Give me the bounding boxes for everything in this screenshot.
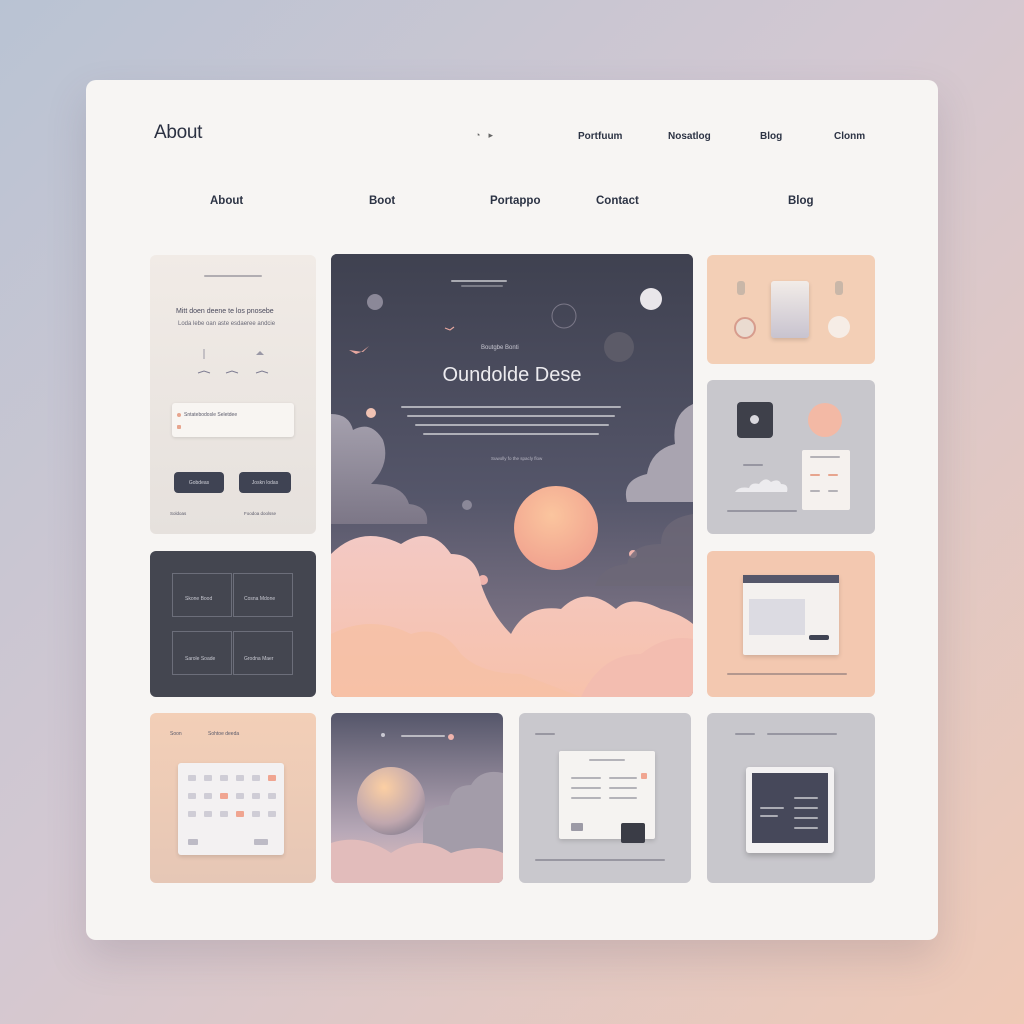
hero-illustration bbox=[331, 254, 693, 697]
cursor-icon[interactable]: ◔ bbox=[475, 130, 480, 141]
devices-card[interactable] bbox=[707, 255, 875, 364]
subnav-portfolio[interactable]: Portappo bbox=[490, 195, 540, 207]
cloud-icon bbox=[735, 479, 788, 492]
input-check-icon bbox=[177, 425, 181, 429]
main-board: About ◔ ▸ Portfuum Nosatlog Blog Clonm A… bbox=[86, 80, 938, 940]
laptop-footer-rule bbox=[727, 673, 847, 675]
calendar-grid bbox=[188, 775, 276, 845]
nav-link-portfolio[interactable]: Portfuum bbox=[578, 131, 622, 142]
form-input-field[interactable]: Sntatebodosle Seletdee bbox=[172, 403, 294, 437]
nav-link-clonm[interactable]: Clonm bbox=[834, 131, 865, 142]
earbud-icon bbox=[737, 281, 745, 295]
laptop-titlebar bbox=[743, 575, 839, 583]
mini-page bbox=[802, 450, 850, 510]
secondary-button[interactable]: Joskn lodas bbox=[239, 472, 291, 493]
watch-icon bbox=[734, 317, 756, 339]
laptop-panel bbox=[749, 599, 805, 635]
subnav-contact[interactable]: Contact bbox=[596, 195, 639, 207]
nav-link-blog[interactable]: Blog bbox=[760, 131, 782, 142]
orb-icon bbox=[808, 403, 842, 437]
calendar-heading: Sohtoe deeda bbox=[208, 731, 240, 737]
calendar-widget[interactable] bbox=[178, 763, 284, 855]
moon-illustration bbox=[331, 733, 503, 883]
speaker-icon bbox=[828, 316, 850, 338]
decor-wave-icon bbox=[197, 349, 269, 374]
doc-card-rule bbox=[535, 733, 555, 735]
input-value: Sntatebodosle Seletdee bbox=[184, 412, 238, 418]
widget-footer-rule bbox=[727, 510, 797, 512]
widgets-card[interactable] bbox=[707, 380, 875, 534]
primary-button-label: Gobdeas bbox=[188, 479, 210, 486]
grid-cell-1[interactable]: Skone Bood bbox=[172, 573, 232, 617]
tablet-card-rule-b bbox=[767, 733, 837, 735]
doc-footer-rule bbox=[535, 859, 665, 861]
page-background: { "header": { "logo": "About", "icons": … bbox=[0, 0, 1024, 1024]
form-footer-right: Foodoa doolsse bbox=[244, 511, 277, 516]
grid-cell-4[interactable]: Grodna Maer bbox=[233, 631, 293, 675]
document-card[interactable] bbox=[519, 713, 691, 883]
earbud-icon-right bbox=[835, 281, 843, 295]
tablet-card[interactable] bbox=[707, 713, 875, 883]
input-bullet-icon bbox=[177, 413, 181, 417]
tablet-frame bbox=[746, 767, 834, 853]
dark-grid-card[interactable]: Skone Bood Cosna Mdone Sarole Soade Grod… bbox=[150, 551, 316, 697]
card-rule bbox=[204, 275, 262, 277]
subnav-about[interactable]: About bbox=[210, 195, 243, 207]
tablet-device bbox=[771, 281, 809, 338]
moon-card-rule bbox=[401, 735, 445, 737]
form-footer-left: Soldoas bbox=[170, 511, 187, 516]
primary-button[interactable]: Gobdeas bbox=[174, 472, 224, 493]
calendar-label: Soon bbox=[170, 731, 182, 737]
calendar-card[interactable]: Soon Sohtoe deeda bbox=[150, 713, 316, 883]
moon-card[interactable] bbox=[331, 713, 503, 883]
site-logo[interactable]: About bbox=[154, 122, 202, 144]
nav-link-nosatlog[interactable]: Nosatlog bbox=[668, 131, 711, 142]
doc-device bbox=[621, 823, 645, 843]
hero-card[interactable]: Boutgbe Bonti Oundolde Dese Suwolly fo t… bbox=[331, 254, 693, 697]
laptop-button bbox=[809, 635, 829, 640]
hero-eyebrow: Boutgbe Bonti bbox=[481, 345, 519, 351]
grid-cell-3[interactable]: Sarole Soade bbox=[172, 631, 232, 675]
laptop-screen bbox=[743, 575, 839, 655]
subnav-blog[interactable]: Blog bbox=[788, 195, 814, 207]
hero-rule-sub bbox=[461, 285, 503, 287]
subnav-boot[interactable]: Boot bbox=[369, 195, 395, 207]
laptop-card[interactable] bbox=[707, 551, 875, 697]
dot-icon[interactable]: ▸ bbox=[488, 130, 493, 141]
hero-rule bbox=[451, 280, 507, 282]
header-icons: ◔ ▸ bbox=[475, 130, 493, 141]
tablet-card-rule-a bbox=[735, 733, 755, 735]
secondary-button-label: Joskn lodas bbox=[251, 479, 279, 486]
form-card-subtitle: Loda lebe oan aste esdaeree andcie bbox=[178, 321, 276, 327]
grid-cell-2[interactable]: Cosna Mdone bbox=[233, 573, 293, 617]
lens-icon bbox=[750, 415, 759, 424]
hero-tagline: Suwolly fo the spacly flow bbox=[491, 456, 543, 461]
hero-title: Oundolde Dese bbox=[442, 364, 582, 386]
tablet-screen bbox=[752, 773, 828, 843]
widget-rule bbox=[743, 464, 763, 466]
form-card-title: Mitt doen deene te los pnosebe bbox=[176, 308, 274, 315]
form-card[interactable]: Mitt doen deene te los pnosebe Loda lebe… bbox=[150, 255, 316, 534]
camera-device bbox=[737, 402, 773, 438]
